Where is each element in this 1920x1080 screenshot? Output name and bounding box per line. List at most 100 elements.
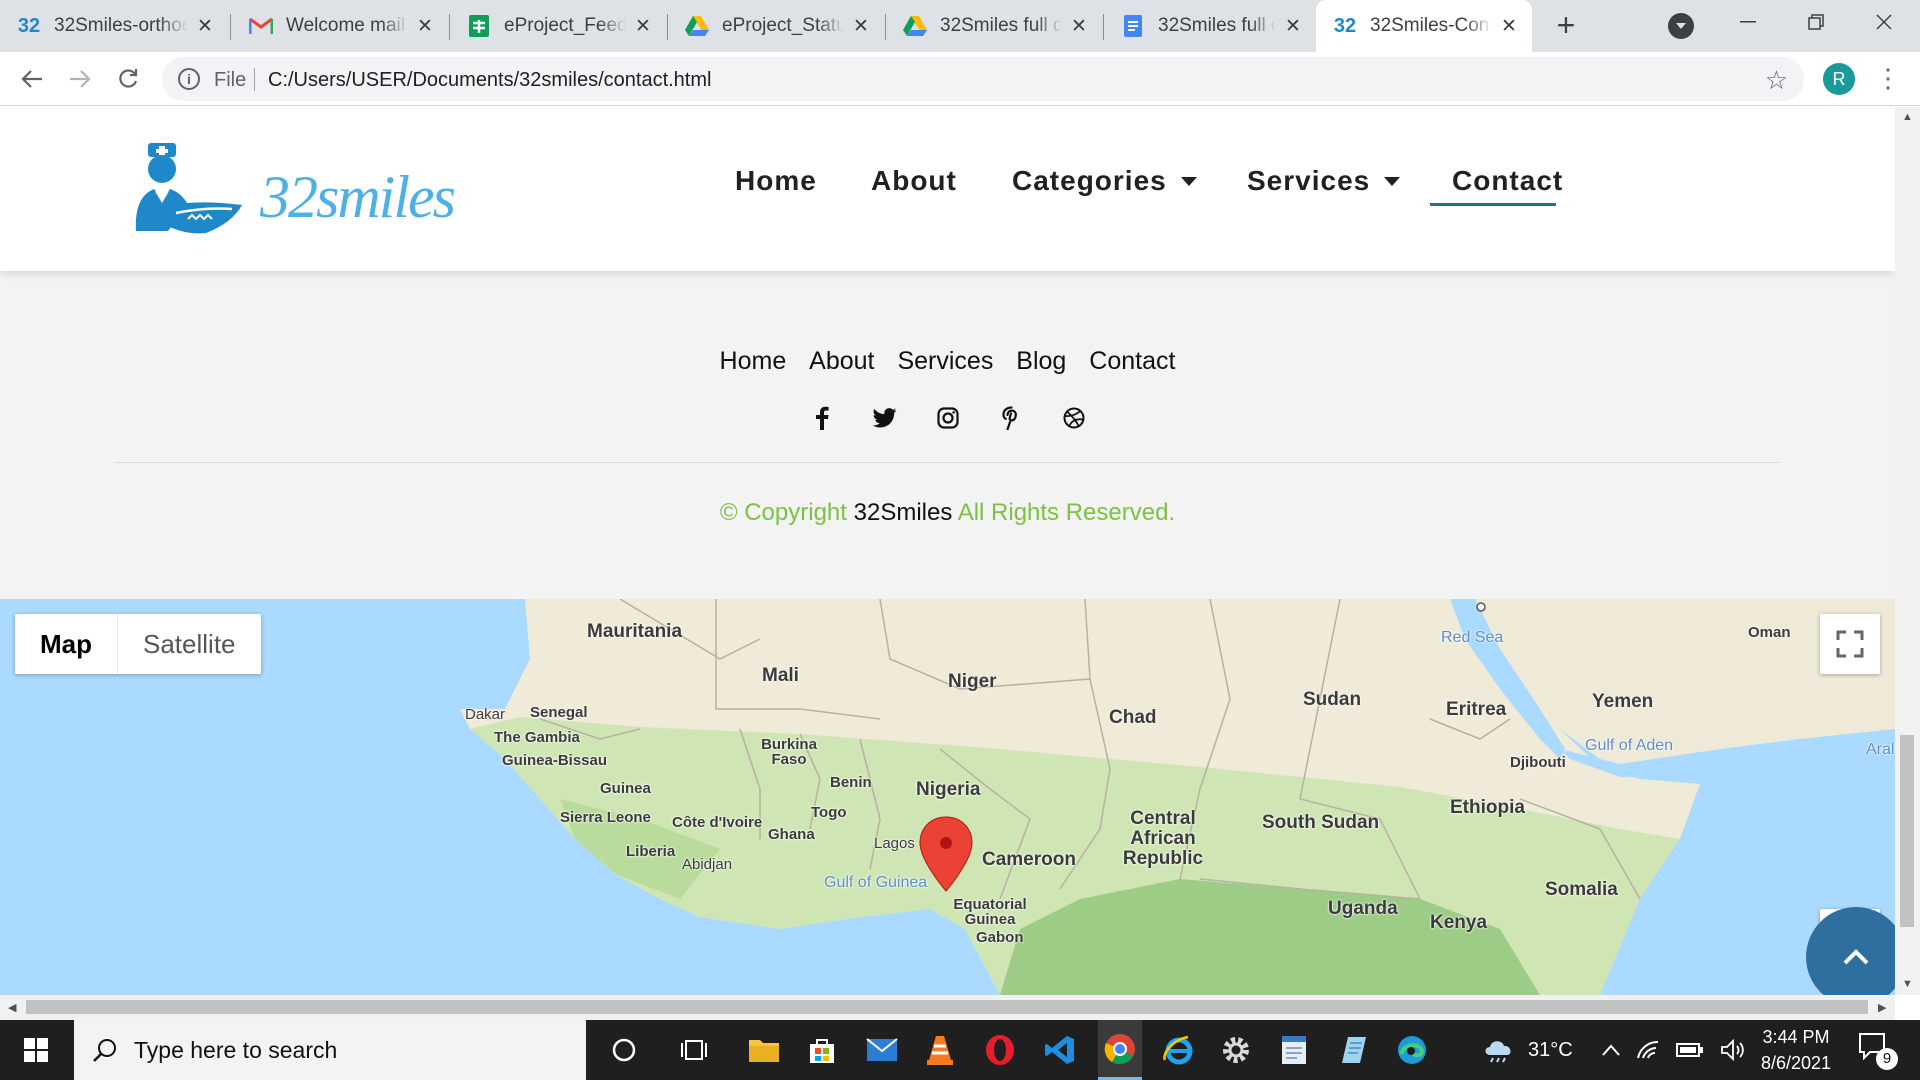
cortana-icon[interactable] xyxy=(604,1030,644,1070)
battery-icon[interactable] xyxy=(1676,1042,1704,1058)
satellite-view-button[interactable]: Satellite xyxy=(118,614,261,674)
map-label: Yemen xyxy=(1592,691,1654,712)
clock-date: 8/6/2021 xyxy=(1760,1053,1832,1073)
chevron-up-icon[interactable] xyxy=(1602,1044,1620,1056)
browser-menu-icon[interactable]: ⋮ xyxy=(1875,63,1901,95)
map-label: The Gambia xyxy=(494,729,580,746)
nav-contact[interactable]: Contact xyxy=(1452,165,1563,197)
footer-link-about[interactable]: About xyxy=(809,347,874,375)
tab-32smiles-full-doc-docs[interactable]: 32Smiles full doc ✕ xyxy=(1104,0,1316,52)
nav-about-label: About xyxy=(871,165,957,196)
vlc-icon[interactable] xyxy=(920,1030,960,1070)
footer-link-home[interactable]: Home xyxy=(720,347,787,375)
map-label: Djibouti xyxy=(1510,754,1566,771)
vertical-scroll-thumb[interactable] xyxy=(1900,735,1914,927)
taskbar-clock[interactable]: 3:44 PM 8/6/2021 xyxy=(1736,1024,1856,1076)
map-label: Ghana xyxy=(768,826,815,843)
scroll-down-arrow[interactable]: ▼ xyxy=(1902,978,1913,990)
scroll-up-arrow[interactable]: ▲ xyxy=(1902,111,1913,123)
twitter-icon[interactable] xyxy=(872,405,898,431)
close-tab-icon[interactable]: ✕ xyxy=(1498,15,1520,38)
search-placeholder: Type here to search xyxy=(134,1036,338,1063)
footer-link-services[interactable]: Services xyxy=(897,347,993,375)
map-label: Abidjan xyxy=(682,856,733,873)
map-view-button[interactable]: Map xyxy=(15,614,118,674)
close-tab-icon[interactable]: ✕ xyxy=(414,15,436,38)
tab-search-button[interactable] xyxy=(1668,13,1694,39)
svg-text:32smiles: 32smiles xyxy=(259,164,455,230)
reload-button[interactable] xyxy=(110,61,146,97)
page-viewport: 32smiles Home About Categories Services … xyxy=(0,107,1895,995)
mail-icon[interactable] xyxy=(862,1030,902,1070)
tab-separator xyxy=(230,14,231,40)
minimize-button[interactable] xyxy=(1714,0,1782,44)
site-logo[interactable]: 32smiles xyxy=(132,143,468,239)
start-button[interactable] xyxy=(0,1020,72,1080)
footer-link-contact[interactable]: Contact xyxy=(1089,347,1175,375)
facebook-icon[interactable] xyxy=(809,405,835,431)
close-tab-icon[interactable]: ✕ xyxy=(850,15,872,38)
back-to-top-button[interactable] xyxy=(1806,907,1906,1007)
browser-toolbar: i File C:/Users/USER/Documents/32smiles/… xyxy=(0,52,1920,106)
map-label: Aral xyxy=(1866,741,1895,758)
address-bar[interactable]: i File C:/Users/USER/Documents/32smiles/… xyxy=(162,57,1804,101)
close-tab-icon[interactable]: ✕ xyxy=(1282,15,1304,38)
internet-explorer-icon[interactable] xyxy=(1158,1030,1198,1070)
document-app-icon[interactable] xyxy=(1274,1030,1314,1070)
instagram-icon[interactable] xyxy=(935,405,961,431)
horizontal-scroll-thumb[interactable] xyxy=(26,1000,1868,1014)
nav-categories[interactable]: Categories xyxy=(1012,165,1197,197)
dropdown-caret-icon xyxy=(1384,176,1401,186)
map-label: Central African Republic xyxy=(1122,808,1204,869)
opera-icon[interactable] xyxy=(980,1030,1020,1070)
back-button[interactable] xyxy=(14,61,50,97)
close-tab-icon[interactable]: ✕ xyxy=(632,15,654,38)
nav-home[interactable]: Home xyxy=(735,165,817,197)
microsoft-store-icon[interactable] xyxy=(802,1030,842,1070)
pinterest-icon[interactable] xyxy=(998,405,1024,431)
tab-32smiles-full-doc-drive[interactable]: 32Smiles full doc ✕ xyxy=(886,0,1102,52)
task-view-icon[interactable] xyxy=(674,1030,714,1070)
close-tab-icon[interactable]: ✕ xyxy=(1068,15,1090,38)
dribbble-icon[interactable] xyxy=(1061,405,1087,431)
restore-button[interactable] xyxy=(1782,0,1850,44)
32-logo-icon: 32 xyxy=(1333,14,1357,37)
profile-avatar[interactable]: R xyxy=(1823,63,1855,95)
taskbar-search-box[interactable]: Type here to search xyxy=(74,1020,586,1080)
docs-icon xyxy=(1120,13,1146,39)
scroll-left-arrow[interactable]: ◀ xyxy=(8,1001,16,1014)
wifi-icon[interactable] xyxy=(1636,1040,1660,1060)
site-info-icon[interactable]: i xyxy=(178,68,200,90)
close-tab-icon[interactable]: ✕ xyxy=(194,15,216,38)
new-tab-button[interactable]: + xyxy=(1548,8,1584,44)
close-window-button[interactable] xyxy=(1850,0,1918,44)
tab-eproject-feedback[interactable]: eProject_Feedback ✕ xyxy=(450,0,666,52)
weather-widget[interactable]: 31°C xyxy=(1482,1020,1573,1080)
vscode-icon[interactable] xyxy=(1040,1030,1080,1070)
url-text[interactable]: C:/Users/USER/Documents/32smiles/contact… xyxy=(268,69,711,92)
address-divider xyxy=(254,68,255,91)
tab-32smiles-orthodontics[interactable]: 32 32Smiles-orthodontics ✕ xyxy=(0,0,228,52)
notepad-app-icon[interactable] xyxy=(1334,1030,1374,1070)
file-explorer-icon[interactable] xyxy=(744,1030,784,1070)
gmail-icon xyxy=(248,13,274,39)
action-center-button[interactable]: 9 xyxy=(1858,1032,1898,1072)
chrome-taskbar-icon[interactable] xyxy=(1098,1020,1142,1080)
map-label: South Sudan xyxy=(1262,812,1380,833)
forward-button[interactable] xyxy=(62,61,98,97)
edge-icon[interactable] xyxy=(1392,1030,1432,1070)
bookmark-star-icon[interactable]: ☆ xyxy=(1765,65,1788,96)
nav-services[interactable]: Services xyxy=(1247,165,1401,197)
embedded-map[interactable]: Mauritania Mali Niger Chad Sudan Red Sea… xyxy=(0,599,1895,995)
tab-welcome-mail[interactable]: Welcome mail at Aptech ✕ xyxy=(232,0,448,52)
map-label: Togo xyxy=(811,804,847,821)
settings-gear-icon[interactable] xyxy=(1216,1030,1256,1070)
scroll-right-arrow[interactable]: ▶ xyxy=(1878,1001,1886,1014)
fullscreen-button[interactable] xyxy=(1820,614,1880,674)
footer-link-blog[interactable]: Blog xyxy=(1016,347,1066,375)
tab-32smiles-contact[interactable]: 32 32Smiles-Contact ✕ xyxy=(1316,0,1532,52)
map-label: Burkina Faso xyxy=(761,736,817,768)
nav-about[interactable]: About xyxy=(871,165,957,197)
tab-eproject-status[interactable]: eProject_Status ✕ xyxy=(668,0,884,52)
map-label: Sierra Leone xyxy=(560,809,651,826)
